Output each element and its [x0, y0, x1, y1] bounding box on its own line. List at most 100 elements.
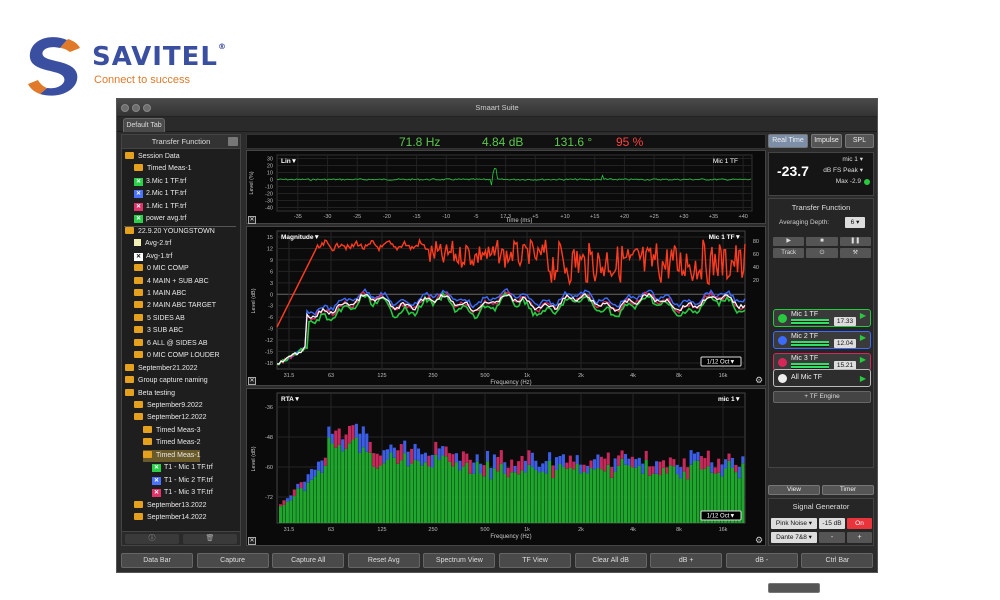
tree-item[interactable]: September21.2022: [125, 363, 198, 375]
tf-play-icon[interactable]: ▶: [860, 311, 866, 320]
tf-play-icon[interactable]: ▶: [860, 333, 866, 342]
tree-item[interactable]: Timed Meas-3: [143, 425, 200, 437]
rta-bar-overlay: [665, 467, 669, 474]
rta-bar-green: [589, 468, 593, 523]
tree-item[interactable]: 0 MIC COMP LOUDER: [134, 350, 220, 362]
tab-default[interactable]: Default Tab: [123, 118, 165, 132]
delete-button[interactable]: 🗑: [183, 534, 237, 544]
tree-item[interactable]: Timed Meas-1: [134, 163, 191, 175]
signal-type-select[interactable]: Pink Noise ▾: [771, 518, 817, 529]
meter-unit[interactable]: dB FS Peak ▾: [823, 166, 863, 174]
signal-level-field[interactable]: -15 dB: [819, 518, 845, 529]
rta-bar-green: [693, 461, 697, 523]
all-tf-row[interactable]: All Mic TF ▶: [773, 369, 871, 387]
rta-bar-overlay: [679, 467, 683, 479]
bottom-button-spectrum-view[interactable]: Spectrum View: [423, 553, 496, 568]
tree-item[interactable]: 6 ALL @ SIDES AB: [134, 338, 208, 350]
all-tf-play-icon[interactable]: ▶: [860, 374, 866, 383]
rta-bar-overlay: [592, 459, 596, 470]
rta-bar-overlay: [279, 504, 283, 507]
tree-item[interactable]: ✕ 1.Mic 1 TF.trf: [134, 201, 186, 213]
bottom-button-db[interactable]: dB +: [650, 553, 723, 568]
view-button[interactable]: View: [768, 485, 820, 495]
signal-on-toggle[interactable]: On: [847, 518, 872, 529]
tree-item[interactable]: Session Data: [125, 151, 180, 163]
meter-channel[interactable]: mic 1 ▾: [842, 155, 863, 163]
tf-play-icon[interactable]: ▶: [860, 355, 866, 364]
rta-bar-green: [389, 452, 393, 523]
tf-delay-value[interactable]: 17.33: [834, 317, 856, 326]
impulse-panel[interactable]: 30 20 10 0 -10 -20 -30 -40 -35 -30 -25 -20 -15 -10 -5 1…: [246, 150, 766, 224]
close-magnitude-icon[interactable]: ✕: [248, 377, 256, 385]
bottom-button-reset-avg[interactable]: Reset Avg: [347, 553, 420, 568]
tree-item[interactable]: Avg-2.trf: [134, 238, 171, 250]
tree-item[interactable]: September9.2022: [134, 400, 203, 412]
bottom-button-data-bar[interactable]: Data Bar: [121, 553, 193, 568]
tree-item[interactable]: 2 MAIN ABC TARGET: [134, 300, 216, 312]
tree-item[interactable]: Group capture naming: [125, 375, 208, 387]
y-axis-label: Level (%): [249, 171, 255, 194]
x-tick-label: -10: [442, 214, 450, 220]
play-icon[interactable]: ▶: [773, 237, 805, 246]
signal-output-select[interactable]: Dante 7&8 ▾: [771, 532, 817, 543]
rta-bar-green: [375, 468, 379, 523]
rta-bar-overlay: [548, 452, 552, 462]
x-tick-label: 250: [428, 527, 437, 533]
delay-finder-icon[interactable]: ⏻: [806, 248, 838, 258]
tree-item[interactable]: ✕ T1 - Mic 2 TF.trf: [152, 475, 213, 487]
level-plus-button[interactable]: +: [847, 532, 872, 543]
timer-button[interactable]: Timer: [822, 485, 874, 495]
pause-icon[interactable]: ❚❚: [839, 237, 871, 246]
info-button[interactable]: ⓘ: [125, 534, 179, 544]
bottom-button-tf-view[interactable]: TF View: [499, 553, 571, 568]
tree-item[interactable]: ✕ 2.Mic 1 TF.trf: [134, 188, 186, 200]
tf-row[interactable]: Mic 1 TF 17.33 ▶: [773, 309, 871, 327]
tree-item[interactable]: Timed Meas-1: [143, 449, 201, 462]
tools-icon[interactable]: ⚒: [839, 248, 871, 258]
mode-impulse-button[interactable]: Impulse: [811, 134, 842, 148]
tf-engine-add-button[interactable]: + TF Engine: [773, 391, 871, 403]
rta-bar-green: [596, 468, 600, 523]
magnitude-settings-gear-icon[interactable]: ⚙: [755, 375, 763, 386]
averaging-select[interactable]: 6 ▾: [845, 217, 865, 228]
tree-item[interactable]: September12.2022: [134, 412, 207, 424]
tree-item[interactable]: 22.9.20 YOUNGSTOWN: [125, 226, 215, 238]
track-button[interactable]: Track: [773, 248, 805, 258]
bottom-button-db[interactable]: dB -: [725, 553, 798, 568]
sidebar-menu-button[interactable]: [228, 137, 238, 146]
level-minus-button[interactable]: -: [819, 532, 845, 543]
tree-item[interactable]: 5 SIDES AB: [134, 313, 185, 325]
mode-real-time-button[interactable]: Real Time: [768, 134, 808, 148]
rta-bar-green: [561, 467, 565, 523]
tree-item[interactable]: ✕ power avg.trf: [134, 213, 186, 225]
bottom-button-clear-all-db[interactable]: Clear All dB: [574, 553, 647, 568]
tf-delay-value[interactable]: 12.04: [834, 339, 856, 348]
mode-spl-button[interactable]: SPL: [845, 134, 874, 148]
tree-item[interactable]: ✕ T1 - Mic 1 TF.trf: [152, 462, 213, 474]
level-meter[interactable]: -23.7 mic 1 ▾ dB FS Peak ▾ Max -2.9: [768, 152, 874, 196]
view-button[interactable]: [768, 583, 820, 593]
rta-panel[interactable]: -36 -48 -60 -72 31.5 63 125 250 500 1k 2k 4k 8k 16k Fr…: [246, 388, 766, 546]
bottom-button-ctrl-bar[interactable]: Ctrl Bar: [801, 553, 874, 568]
tree-item[interactable]: ✕ Avg-1.trf: [134, 251, 172, 263]
rta-bar-green: [606, 464, 610, 523]
rta-settings-gear-icon[interactable]: ⚙: [755, 535, 763, 546]
bottom-button-capture-all[interactable]: Capture All: [272, 553, 345, 568]
close-rta-icon[interactable]: ✕: [248, 537, 256, 545]
tree-item[interactable]: Beta testing: [125, 388, 175, 400]
tree-item[interactable]: 3 SUB ABC: [134, 325, 183, 337]
tree-item[interactable]: September14.2022: [134, 512, 207, 524]
magnitude-panel[interactable]: 15 12 9 6 3 0 -3 -6 -9 -12 -15 -18 80 60 40 20 31.5 63 125…: [246, 226, 766, 386]
tree-item[interactable]: 0 MIC COMP: [134, 263, 189, 275]
close-impulse-icon[interactable]: ✕: [248, 216, 256, 224]
tree-item[interactable]: ✕ 3.Mic 1 TF.trf: [134, 176, 186, 188]
tf-row[interactable]: Mic 2 TF 12.04 ▶: [773, 331, 871, 349]
tree-item[interactable]: Timed Meas-2: [143, 437, 200, 449]
tree-item[interactable]: September13.2022: [134, 500, 207, 512]
stop-icon[interactable]: ■: [806, 237, 838, 246]
tree-item[interactable]: 4 MAIN + SUB ABC: [134, 276, 209, 288]
bottom-button-capture[interactable]: Capture: [196, 553, 269, 568]
tree-item[interactable]: 1 MAIN ABC: [134, 288, 186, 300]
tree-item[interactable]: ✕ T1 - Mic 3 TF.trf: [152, 487, 213, 499]
rta-bar-overlay: [720, 464, 724, 477]
